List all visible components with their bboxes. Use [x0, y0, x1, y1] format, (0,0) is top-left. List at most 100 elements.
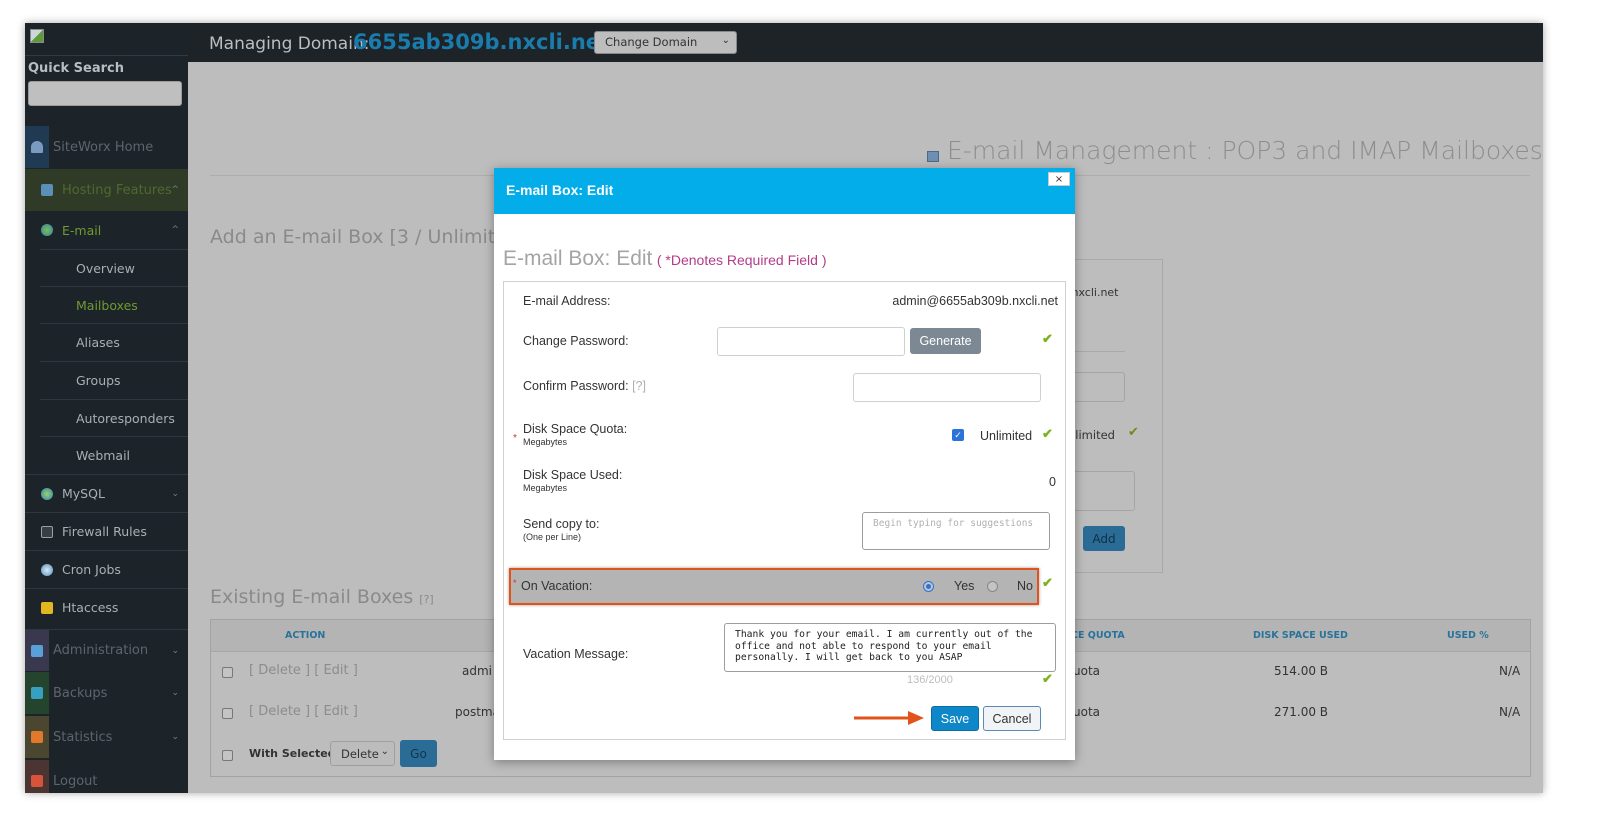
arrow-annotation-icon — [854, 711, 924, 725]
mailbox-used-pct: N/A — [1499, 705, 1521, 719]
row-checkbox[interactable] — [222, 708, 233, 719]
row-actions[interactable]: [ Delete ] [ Edit ] — [249, 704, 358, 719]
change-password-input[interactable] — [717, 327, 905, 356]
chevron-down-icon: ⌄ — [721, 35, 730, 46]
sidebar-item-mailboxes[interactable]: Mailboxes — [40, 286, 188, 323]
disk-used-unit: Megabytes — [523, 483, 568, 493]
help-link[interactable]: [?] — [419, 593, 433, 606]
on-vacation-row: * On Vacation: Yes No — [509, 568, 1039, 605]
vacation-no-label: No — [1017, 579, 1033, 593]
go-button[interactable]: Go — [400, 740, 437, 767]
disk-used-label: Disk Space Used: Megabytes — [523, 468, 622, 493]
sidebar-item-label: MySQL — [62, 486, 105, 501]
add-mailbox-title: Add an E-mail Box [3 / Unlimit — [210, 226, 496, 248]
logout-icon — [31, 775, 43, 787]
vacation-yes-radio[interactable] — [923, 581, 934, 592]
confirm-password-label: Confirm Password: [?] — [523, 379, 646, 393]
row-actions[interactable]: [ Delete ] [ Edit ] — [249, 663, 358, 678]
change-domain-label: Change Domain — [605, 35, 698, 49]
valid-check-icon: ✔ — [1042, 671, 1053, 686]
edit-form: E-mail Address: admin@6655ab309b.nxcli.n… — [503, 281, 1066, 740]
sidebar-item-groups[interactable]: Groups — [40, 361, 188, 398]
sidebar-item-cron-jobs[interactable]: Cron Jobs — [25, 550, 188, 588]
sidebar-item-backups[interactable]: Backups ⌄ — [25, 672, 188, 714]
sidebar-item-label: Mailboxes — [76, 297, 138, 313]
sidebar-item-label: Groups — [76, 372, 121, 388]
chevron-down-icon: ⌄ — [171, 688, 179, 698]
sidebar-item-label: Aliases — [76, 334, 120, 350]
email-address-value: admin@6655ab309b.nxcli.net — [892, 294, 1058, 308]
vacation-message-textarea[interactable]: Thank you for your email. I am currently… — [724, 623, 1056, 672]
unlimited-checkbox[interactable]: ✓ — [952, 429, 964, 441]
sidebar-item-label: Firewall Rules — [62, 524, 147, 539]
sidebar-item-label: Webmail — [76, 447, 131, 463]
required-star: * — [513, 578, 517, 588]
column-header-action[interactable]: ACTION — [285, 630, 325, 641]
disk-used-value: 0 — [1049, 475, 1056, 489]
mailbox-used-pct: N/A — [1499, 664, 1521, 678]
sidebar-item-aliases[interactable]: Aliases — [40, 323, 188, 360]
add-button[interactable]: Add — [1083, 526, 1125, 551]
sidebar-item-htaccess[interactable]: Htaccess — [25, 588, 188, 626]
change-domain-select[interactable]: Change Domain ⌄ — [594, 31, 737, 54]
sidebar-item-email[interactable]: E-mail ^ — [25, 211, 188, 249]
vacation-no-radio[interactable] — [987, 581, 998, 592]
sidebar-item-autoresponders[interactable]: Autoresponders — [40, 399, 188, 436]
chevron-down-icon: ⌄ — [380, 746, 389, 757]
quick-search-input[interactable] — [28, 81, 182, 106]
add-copy-textarea[interactable] — [1065, 471, 1135, 511]
column-header-disk-used[interactable]: DISK SPACE USED — [1253, 630, 1348, 641]
sidebar-item-label: E-mail — [62, 222, 102, 238]
sidebar-item-hosting-features[interactable]: Hosting Features ^ — [25, 169, 188, 211]
generate-password-button[interactable]: Generate — [910, 328, 981, 354]
sidebar-item-overview[interactable]: Overview — [40, 249, 188, 286]
sidebar-item-firewall-rules[interactable]: Firewall Rules — [25, 512, 188, 550]
save-button[interactable]: Save — [931, 706, 979, 731]
mailbox-quota: uota — [1073, 664, 1101, 678]
existing-mailboxes-title: Existing E-mail Boxes [?] — [210, 586, 434, 608]
sidebar-item-label: SiteWorx Home — [53, 139, 154, 155]
sidebar-item-administration[interactable]: Administration ⌄ — [25, 629, 188, 671]
home-icon — [31, 141, 43, 153]
confirm-password-text: Confirm Password: — [523, 379, 629, 393]
send-copy-label: Send copy to: (One per Line) — [523, 517, 599, 542]
close-icon[interactable]: × — [1048, 172, 1070, 186]
confirm-password-input[interactable] — [853, 373, 1041, 402]
sidebar-item-statistics[interactable]: Statistics ⌄ — [25, 716, 188, 758]
send-copy-textarea[interactable]: Begin typing for suggestions — [862, 512, 1050, 550]
vacation-message-label: Vacation Message: — [523, 647, 629, 661]
disk-quota-unit: Megabytes — [523, 437, 568, 447]
required-note: ( *Denotes Required Field ) — [656, 252, 827, 268]
column-header-used-pct[interactable]: USED % — [1447, 630, 1489, 641]
disk-quota-text: Disk Space Quota: — [523, 422, 628, 436]
bulk-action-value: Delete — [341, 747, 379, 761]
chevron-down-icon: ⌄ — [171, 645, 179, 656]
row-checkbox[interactable] — [222, 667, 233, 678]
unlimited-label: Unlimited — [980, 429, 1033, 443]
change-password-label: Change Password: — [523, 334, 629, 348]
sidebar-item-logout[interactable]: Logout — [25, 760, 188, 793]
sidebar-item-label: Cron Jobs — [62, 562, 121, 577]
cancel-button[interactable]: Cancel — [983, 706, 1041, 731]
managing-domain-value[interactable]: 6655ab309b.nxcli.net — [353, 30, 610, 54]
divider — [25, 55, 188, 56]
email-globe-icon — [41, 224, 53, 236]
column-header-quota[interactable]: CE QUOTA — [1071, 630, 1125, 641]
select-all-checkbox[interactable] — [222, 750, 233, 761]
mailbox-name: admi — [462, 664, 492, 678]
backup-icon — [31, 687, 43, 699]
chart-icon — [31, 731, 43, 743]
chevron-down-icon: ⌄ — [171, 488, 179, 499]
sidebar-item-siteworx-home[interactable]: SiteWorx Home — [25, 126, 188, 168]
sidebar-item-label: Administration — [53, 643, 149, 658]
sidebar-item-webmail[interactable]: Webmail — [40, 436, 188, 473]
help-link[interactable]: [?] — [632, 379, 646, 393]
bulk-action-select[interactable]: Delete ⌄ — [330, 741, 395, 766]
on-vacation-label: On Vacation: — [521, 579, 593, 593]
send-copy-text: Send copy to: — [523, 517, 600, 531]
sidebar-item-label: Hosting Features — [62, 182, 172, 198]
sidebar-item-mysql[interactable]: MySQL ⌄ — [25, 474, 188, 512]
existing-title-text: Existing E-mail Boxes — [210, 586, 414, 608]
character-counter: 136/2000 — [907, 674, 953, 686]
tools-icon — [31, 644, 43, 657]
